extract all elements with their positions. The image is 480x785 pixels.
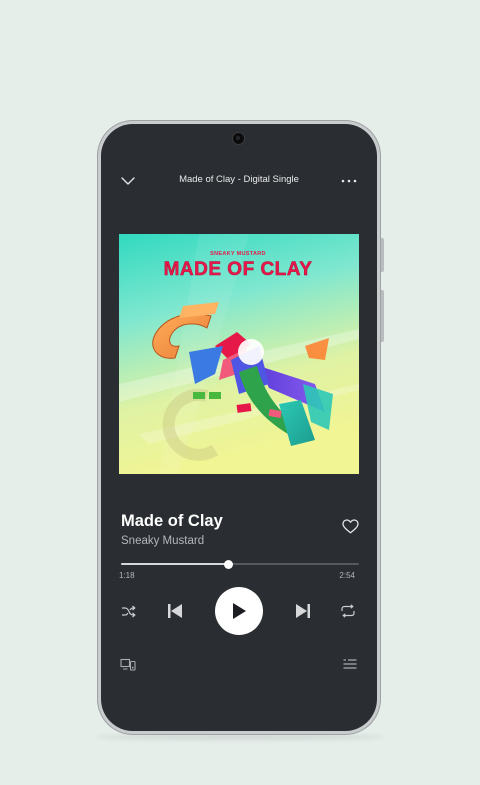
- phone-volume-button: [381, 238, 384, 272]
- heart-outline-icon[interactable]: [339, 515, 361, 537]
- repeat-icon[interactable]: [337, 600, 359, 622]
- page-background: Made of Clay - Digital Single SNEAKY MUS…: [0, 0, 480, 785]
- player-header: Made of Clay - Digital Single: [101, 170, 377, 192]
- player-screen: Made of Clay - Digital Single SNEAKY MUS…: [101, 124, 377, 731]
- progress-knob[interactable]: [223, 559, 233, 569]
- skip-next-icon[interactable]: [291, 600, 315, 622]
- phone-frame: Made of Clay - Digital Single SNEAKY MUS…: [97, 120, 384, 735]
- cover-brand-text: SNEAKY MUSTARD: [210, 251, 266, 257]
- phone-power-button: [381, 290, 384, 342]
- queue-icon[interactable]: [339, 654, 361, 674]
- cover-title-text: MADE OF CLAY: [164, 259, 313, 280]
- progress-bar[interactable]: [121, 559, 359, 569]
- album-cover: SNEAKY MUSTARD MADE OF CLAY: [119, 234, 359, 474]
- shuffle-icon[interactable]: [117, 600, 139, 622]
- progress-fill: [121, 563, 229, 565]
- artist-name[interactable]: Sneaky Mustard: [121, 535, 204, 547]
- total-duration: 2:54: [339, 571, 355, 580]
- album-title: Made of Clay - Digital Single: [179, 174, 299, 185]
- connect-devices-icon[interactable]: [117, 654, 139, 674]
- play-button[interactable]: [215, 587, 263, 635]
- front-camera: [233, 133, 244, 144]
- skip-previous-icon[interactable]: [163, 600, 187, 622]
- chevron-down-icon[interactable]: [117, 170, 139, 192]
- more-horizontal-icon[interactable]: [337, 170, 361, 192]
- track-title: Made of Clay: [121, 512, 223, 530]
- elapsed-time: 1:18: [119, 571, 135, 580]
- play-icon: [233, 603, 246, 619]
